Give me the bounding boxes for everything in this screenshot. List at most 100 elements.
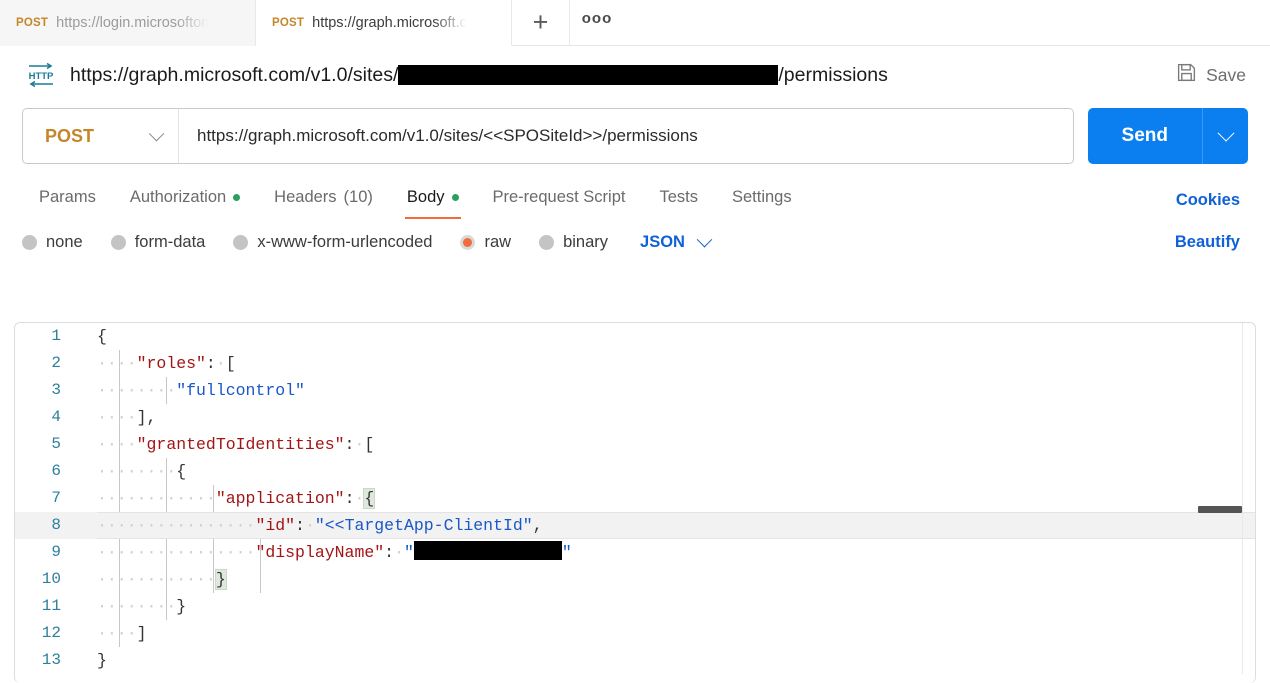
code-text: ············} [97, 569, 227, 590]
body-type-binary-label: binary [563, 233, 609, 251]
request-tab-1[interactable]: POST https://login.microsofton [0, 0, 256, 46]
tab-headers-count: (10) [343, 188, 373, 206]
code-line: 11 ········} [15, 593, 1255, 620]
code-text: ········{ [97, 462, 187, 481]
code-line: 9 ················"displayName":·" " [15, 539, 1255, 566]
request-tab-1-method: POST [16, 17, 49, 29]
code-text: ····"roles":·[ [97, 354, 236, 373]
tab-authorization[interactable]: Authorization [113, 182, 257, 219]
send-button-group: Send [1087, 108, 1248, 164]
line-number: 2 [51, 354, 61, 372]
line-number: 5 [51, 435, 61, 453]
redacted-display-name [413, 541, 562, 560]
code-text: ····] [97, 624, 147, 643]
body-type-raw[interactable]: raw [460, 233, 511, 252]
body-type-raw-label: raw [484, 233, 512, 251]
tab-headers-label: Headers [274, 188, 337, 206]
body-type-row: none form-data x-www-form-urlencoded raw… [0, 231, 1270, 252]
line-number: 12 [41, 624, 61, 642]
method-selector[interactable]: POST [23, 109, 179, 163]
tab-params[interactable]: Params [22, 182, 113, 219]
url-input[interactable] [179, 109, 1073, 163]
redacted-site-id [398, 65, 779, 85]
line-number: 6 [51, 462, 61, 480]
ellipsis-icon[interactable]: ooo [570, 0, 624, 45]
code-text: ····"grantedToIdentities":·[ [97, 435, 375, 454]
code-text: ····], [97, 408, 157, 427]
radio-icon [22, 235, 37, 250]
request-tab-strip: POST https://login.microsofton POST http… [0, 0, 1270, 46]
page-title: https://graph.microsoft.com/v1.0/sites/ /… [70, 64, 888, 87]
code-line: 2 ····"roles":·[ [15, 350, 1255, 377]
code-line: 10 ············} [15, 566, 1255, 593]
request-tab-2-method: POST [272, 16, 305, 29]
svg-text:HTTP: HTTP [29, 71, 54, 82]
request-title-row: HTTP https://graph.microsoft.com/v1.0/si… [0, 46, 1270, 104]
code-line: 5 ····"grantedToIdentities":·[ [15, 431, 1255, 458]
body-format-value: JSON [640, 233, 685, 251]
line-number: 13 [41, 651, 61, 669]
code-text: { [97, 327, 107, 346]
tab-strip-filler [624, 0, 1270, 45]
tab-headers[interactable]: Headers (10) [257, 182, 390, 219]
send-options-button[interactable] [1202, 108, 1248, 164]
body-type-x-www-form-urlencoded-label: x-www-form-urlencoded [257, 233, 433, 251]
save-button-label: Save [1206, 64, 1246, 85]
beautify-button[interactable]: Beautify [1175, 233, 1248, 252]
body-type-x-www-form-urlencoded[interactable]: x-www-form-urlencoded [233, 233, 432, 252]
code-text: ················"displayName":·" " [97, 541, 572, 562]
plus-icon[interactable]: + [512, 0, 570, 45]
tab-body[interactable]: Body [390, 182, 476, 219]
cookies-link[interactable]: Cookies [1176, 191, 1248, 210]
tab-pre-request-script[interactable]: Pre-request Script [476, 182, 643, 219]
code-text: ············"application":·{ [97, 488, 376, 509]
body-type-binary[interactable]: binary [539, 233, 608, 252]
code-line: 13 } [15, 647, 1255, 674]
code-text: } [97, 651, 107, 670]
floppy-disk-icon [1176, 62, 1197, 88]
request-tab-1-label: https://login.microsofton [56, 15, 210, 31]
tab-settings-label: Settings [731, 188, 792, 206]
line-number: 4 [51, 408, 61, 426]
line-number: 1 [51, 327, 61, 345]
body-type-form-data[interactable]: form-data [110, 233, 206, 252]
radio-icon [539, 235, 555, 250]
chevron-down-icon [1217, 124, 1234, 142]
chevron-down-icon [696, 231, 713, 248]
tab-settings[interactable]: Settings [715, 182, 809, 219]
page-title-suffix: /permissions [778, 63, 888, 86]
code-line: 3 ········"fullcontrol" [15, 377, 1255, 404]
line-number: 9 [51, 543, 61, 561]
chevron-down-icon [148, 125, 165, 141]
code-line: 12 ····] [15, 620, 1255, 647]
horizontal-scrollbar-thumb[interactable] [1198, 506, 1242, 513]
code-text: ················"id":·"<<TargetApp-Clien… [97, 516, 543, 535]
tab-params-label: Params [39, 188, 96, 206]
radio-icon [110, 235, 126, 250]
tab-tests-label: Tests [659, 188, 698, 206]
line-number: 11 [41, 597, 61, 615]
code-editor-content[interactable]: 1 { 2 ····"roles":·[ 3 ········"fullcont… [15, 323, 1255, 674]
save-button[interactable]: Save [1174, 58, 1248, 92]
editor-scroll-rail [1242, 323, 1243, 674]
code-line: 1 { [15, 323, 1255, 350]
tab-pre-request-script-label: Pre-request Script [492, 188, 626, 206]
code-line: 4 ····], [15, 404, 1255, 431]
code-text: ········} [97, 597, 187, 616]
http-icon: HTTP [26, 62, 56, 88]
tab-body-label: Body [406, 188, 445, 206]
body-editor[interactable]: 1 { 2 ····"roles":·[ 3 ········"fullcont… [14, 322, 1256, 683]
body-type-none[interactable]: none [22, 233, 83, 252]
request-url-row: POST Send [0, 108, 1270, 164]
send-button[interactable]: Send [1087, 108, 1202, 164]
body-format-selector[interactable]: JSON [640, 231, 713, 252]
tab-tests[interactable]: Tests [642, 182, 715, 219]
body-type-form-data-label: form-data [134, 233, 206, 251]
code-line: 6 ········{ [15, 458, 1255, 485]
radio-icon [233, 235, 249, 250]
radio-icon-selected [460, 235, 476, 250]
method-selector-value: POST [45, 125, 95, 146]
url-bar: POST [22, 108, 1074, 164]
request-tab-2[interactable]: POST https://graph.microsoft.c [256, 0, 512, 46]
modified-indicator-dot [451, 194, 459, 201]
